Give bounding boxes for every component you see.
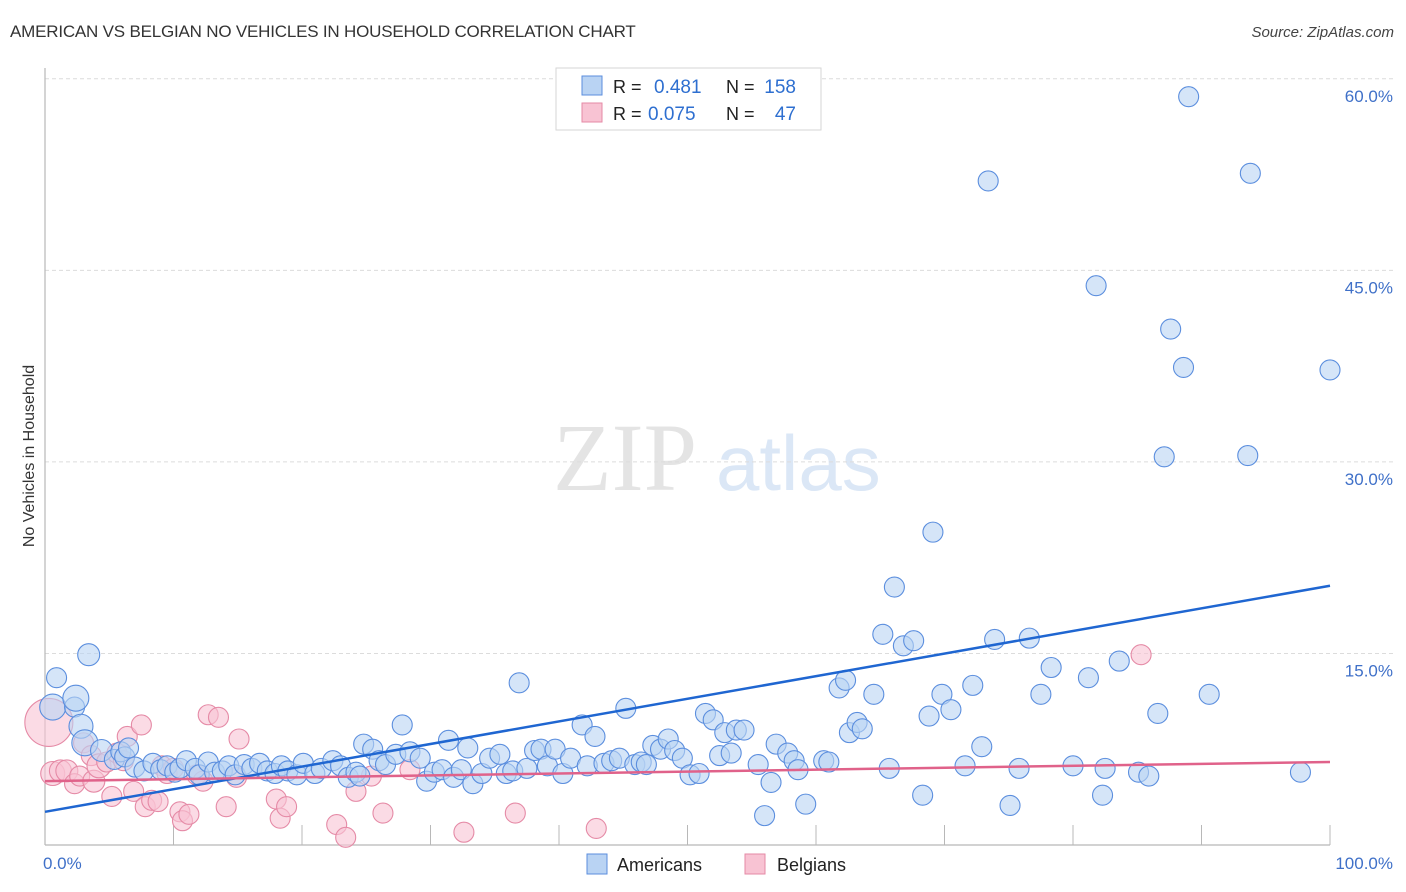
bottom-legend-label-belgians: Belgians (777, 855, 846, 875)
legend-r-label-americans: R = (613, 77, 642, 97)
series-legend: Americans Belgians (586, 853, 846, 875)
american-point (1040, 656, 1062, 679)
y-tick-label: 45.0% (1345, 278, 1393, 297)
american-point (62, 684, 90, 712)
scatter-chart: ZIP atlas No Vehicles in Household 15.0%… (21, 67, 1393, 875)
y-axis-title: No Vehicles in Household (21, 365, 38, 547)
american-point (872, 623, 894, 645)
american-point (760, 771, 782, 793)
belgian-point (1130, 644, 1152, 666)
belgian-point (147, 791, 169, 813)
american-point (1030, 683, 1052, 705)
american-point (883, 576, 905, 598)
american-point (1138, 765, 1160, 787)
y-tick-label: 15.0% (1345, 661, 1393, 680)
belgian-point (276, 796, 298, 818)
american-point (999, 794, 1021, 816)
american-point (1085, 275, 1107, 297)
american-point (1289, 761, 1311, 783)
american-point (1172, 356, 1195, 378)
american-point (457, 737, 479, 759)
legend-r-value-americans: 0.481 (654, 77, 702, 98)
american-point (1160, 318, 1182, 340)
american-point (1108, 650, 1130, 672)
belgian-point (215, 796, 237, 818)
legend-n-label-belgians: N = (726, 104, 755, 124)
american-point (903, 630, 925, 652)
american-point (720, 742, 742, 764)
belgian-point (207, 706, 230, 728)
belgian-point (372, 802, 394, 824)
american-point (940, 699, 962, 721)
american-point (851, 718, 873, 740)
bottom-legend-label-americans: Americans (617, 855, 702, 875)
american-point (971, 736, 993, 758)
belgian-point (453, 821, 475, 843)
legend-r-label-belgians: R = (613, 104, 642, 124)
x-tick-label-max: 100.0% (1335, 854, 1393, 873)
legend-swatch-americans (581, 75, 603, 96)
american-point (1153, 446, 1175, 468)
american-point (46, 667, 68, 689)
belgian-point (228, 728, 250, 750)
belgian-point (335, 826, 357, 848)
belgian-point (130, 714, 152, 736)
american-point (1092, 784, 1114, 806)
american-point (391, 714, 413, 736)
american-point (1319, 359, 1341, 381)
american-point (754, 805, 776, 827)
american-point (1008, 757, 1030, 779)
belgian-point (585, 817, 607, 839)
american-point (954, 755, 976, 777)
american-point (922, 521, 944, 543)
american-point (977, 170, 999, 192)
american-point (918, 705, 940, 727)
american-point (1147, 702, 1169, 725)
stats-legend: R = 0.481 N = 158 R = 0.075 N = 47 (555, 67, 822, 131)
american-point (77, 643, 101, 667)
american-point (1178, 86, 1200, 108)
american-point (516, 757, 538, 779)
american-point (584, 725, 606, 748)
y-tick-labels: 15.0% 30.0% 45.0% 60.0% (1345, 87, 1393, 681)
american-point (733, 719, 755, 741)
american-point (1094, 757, 1116, 779)
legend-n-value-americans: 158 (764, 77, 796, 98)
bottom-legend-swatch-americans (586, 853, 608, 875)
american-point (117, 737, 140, 759)
american-point (489, 743, 511, 765)
american-point (1239, 162, 1261, 184)
y-tick-label: 60.0% (1345, 87, 1393, 106)
american-point (795, 793, 817, 815)
legend-n-value-belgians: 47 (775, 104, 796, 125)
belgian-point (504, 802, 526, 824)
american-point (1198, 683, 1220, 705)
y-tick-label: 30.0% (1345, 470, 1393, 489)
american-point (863, 683, 885, 705)
american-point (1237, 444, 1259, 467)
watermark-atlas: atlas (716, 419, 881, 507)
watermark-zip: ZIP (553, 404, 697, 511)
belgian-point (101, 785, 123, 808)
american-point (1077, 667, 1099, 689)
american-point (39, 693, 67, 721)
legend-n-label-americans: N = (726, 77, 755, 97)
bottom-legend-swatch-belgians (744, 853, 766, 875)
american-point (688, 762, 710, 785)
legend-r-value-belgians: 0.075 (648, 104, 696, 125)
american-point (912, 784, 934, 806)
american-point (508, 672, 530, 694)
belgian-point (178, 803, 200, 825)
american-point (962, 674, 984, 696)
watermark: ZIP atlas (553, 404, 881, 511)
x-tick-label-min: 0.0% (43, 854, 82, 873)
legend-swatch-belgians (581, 102, 603, 123)
